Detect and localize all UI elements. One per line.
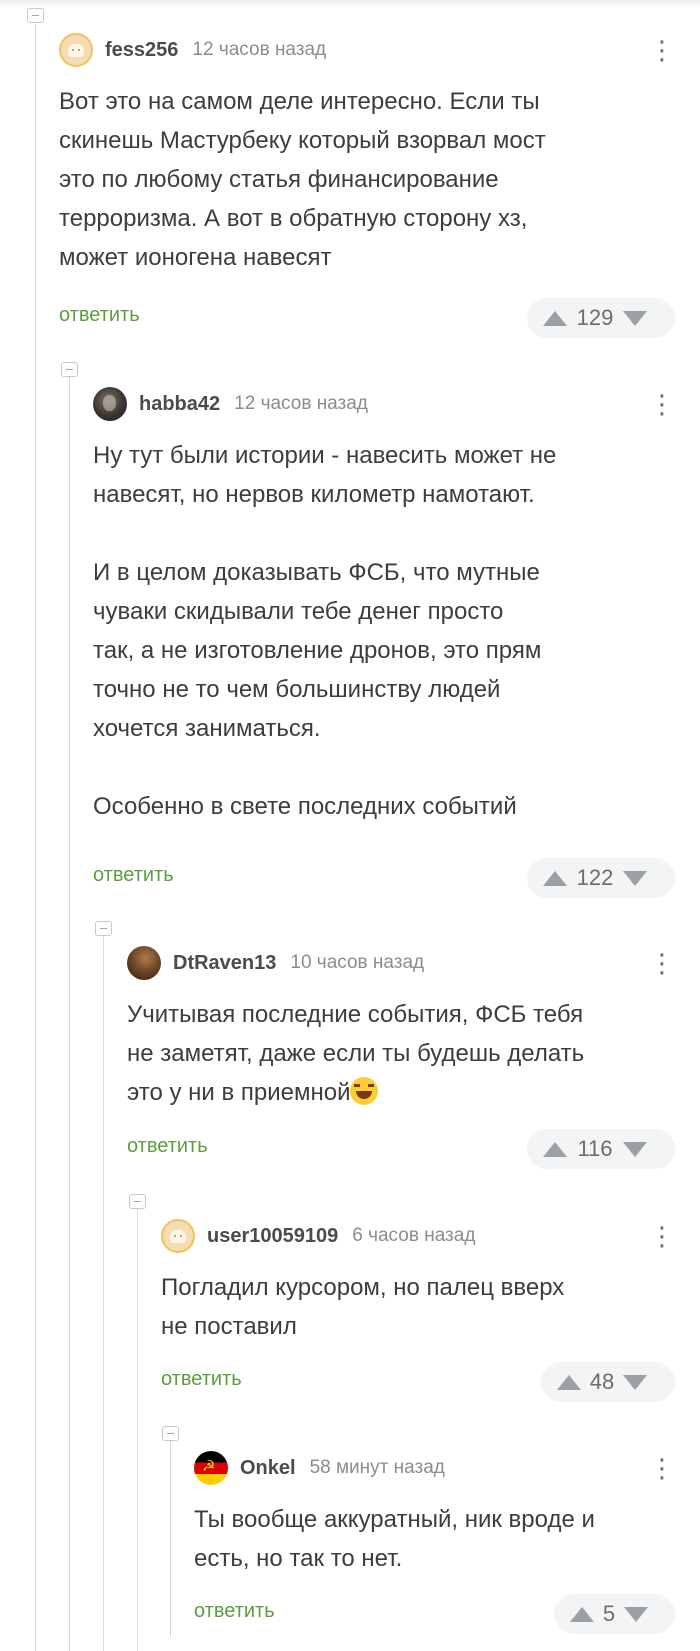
comment-header: user10059109 6 часов назад ⋮ <box>161 1218 675 1254</box>
more-options-icon[interactable]: ⋮ <box>649 37 675 65</box>
username[interactable]: habba42 <box>139 393 220 416</box>
collapse-thread-button[interactable] <box>162 1426 179 1441</box>
rating-score: 48 <box>589 1369 615 1394</box>
rating-score: 129 <box>576 305 614 330</box>
more-options-icon[interactable]: ⋮ <box>649 391 675 419</box>
downvote-icon[interactable] <box>623 310 647 326</box>
avatar-beige-icon[interactable] <box>161 1219 195 1253</box>
comment-text: Ну тут были истории - навесить может не … <box>93 442 557 820</box>
thread-line <box>137 1205 138 1651</box>
rating-widget: 129 <box>527 298 675 338</box>
collapse-thread-button[interactable] <box>27 8 44 23</box>
comment: user10059109 6 часов назад ⋮ Погладил ку… <box>161 1218 675 1418</box>
comment-header: fess256 12 часов назад ⋮ <box>59 32 675 68</box>
reply-link[interactable]: ответить <box>127 1135 208 1158</box>
comment-header: habba42 12 часов назад ⋮ <box>93 386 675 422</box>
comment: DtRaven13 10 часов назад ⋮ Учитывая посл… <box>127 945 675 1185</box>
username[interactable]: user10059109 <box>207 1225 338 1248</box>
rating-score: 116 <box>577 1136 613 1161</box>
downvote-icon[interactable] <box>623 1374 647 1390</box>
downvote-icon[interactable] <box>623 870 647 886</box>
upvote-icon[interactable] <box>543 1141 567 1157</box>
collapse-thread-button[interactable] <box>61 362 78 377</box>
upvote-icon[interactable] <box>557 1374 581 1390</box>
reply-link[interactable]: ответить <box>194 1600 275 1623</box>
upvote-icon[interactable] <box>570 1606 594 1622</box>
avatar-dark-icon[interactable] <box>93 387 127 421</box>
collapse-thread-button[interactable] <box>129 1194 146 1209</box>
comment-time: 12 часов назад <box>192 39 327 60</box>
upvote-icon[interactable] <box>543 310 567 326</box>
rolling-laughing-emoji-icon <box>350 1077 379 1105</box>
downvote-icon[interactable] <box>624 1606 648 1622</box>
rating-widget: 116 <box>527 1129 675 1169</box>
comment-text: Учитывая последние события, ФСБ тебя не … <box>127 995 584 1112</box>
avatar-brown-icon[interactable] <box>127 946 161 980</box>
avatar-flag-icon[interactable] <box>194 1451 228 1485</box>
more-options-icon[interactable]: ⋮ <box>649 950 675 978</box>
downvote-icon[interactable] <box>623 1141 647 1157</box>
comment-header: DtRaven13 10 часов назад ⋮ <box>127 945 675 981</box>
reply-link[interactable]: ответить <box>161 1368 242 1391</box>
rating-widget: 5 <box>554 1594 675 1634</box>
comment-header: Onkel 58 минут назад ⋮ <box>194 1450 675 1486</box>
thread-line <box>170 1437 171 1637</box>
username[interactable]: DtRaven13 <box>173 952 276 975</box>
comment-time: 10 часов назад <box>290 952 425 973</box>
username[interactable]: fess256 <box>105 39 178 62</box>
comment-text: Погладил курсором, но палец вверх не пос… <box>161 1274 565 1340</box>
rating-score: 122 <box>576 865 614 890</box>
more-options-icon[interactable]: ⋮ <box>649 1455 675 1483</box>
rating-score: 5 <box>602 1601 616 1626</box>
thread-line <box>103 932 104 1651</box>
more-options-icon[interactable]: ⋮ <box>649 1223 675 1251</box>
comment-time: 58 минут назад <box>309 1457 445 1478</box>
comment-time: 12 часов назад <box>234 393 368 414</box>
top-shadow <box>0 0 700 8</box>
avatar-beige-icon[interactable] <box>59 33 93 67</box>
rating-widget: 48 <box>541 1362 675 1402</box>
collapse-thread-button[interactable] <box>95 921 112 936</box>
reply-link[interactable]: ответить <box>59 304 140 327</box>
comment-text: Ты вообще аккуратный, ник вроде и есть, … <box>194 1506 595 1572</box>
comment: fess256 12 часов назад ⋮ Вот это на само… <box>59 32 675 342</box>
thread-line <box>35 24 36 1651</box>
comment-text: Вот это на самом деле интересно. Если ты… <box>59 88 546 271</box>
reply-link[interactable]: ответить <box>93 864 174 887</box>
upvote-icon[interactable] <box>543 870 567 886</box>
rating-widget: 122 <box>527 858 675 898</box>
comment: habba42 12 часов назад ⋮ Ну тут были ист… <box>93 386 675 906</box>
username[interactable]: Onkel <box>240 1457 296 1480</box>
thread-line <box>69 373 70 1651</box>
comment: Onkel 58 минут назад ⋮ Ты вообще аккурат… <box>194 1450 675 1650</box>
comment-time: 6 часов назад <box>352 1225 476 1246</box>
